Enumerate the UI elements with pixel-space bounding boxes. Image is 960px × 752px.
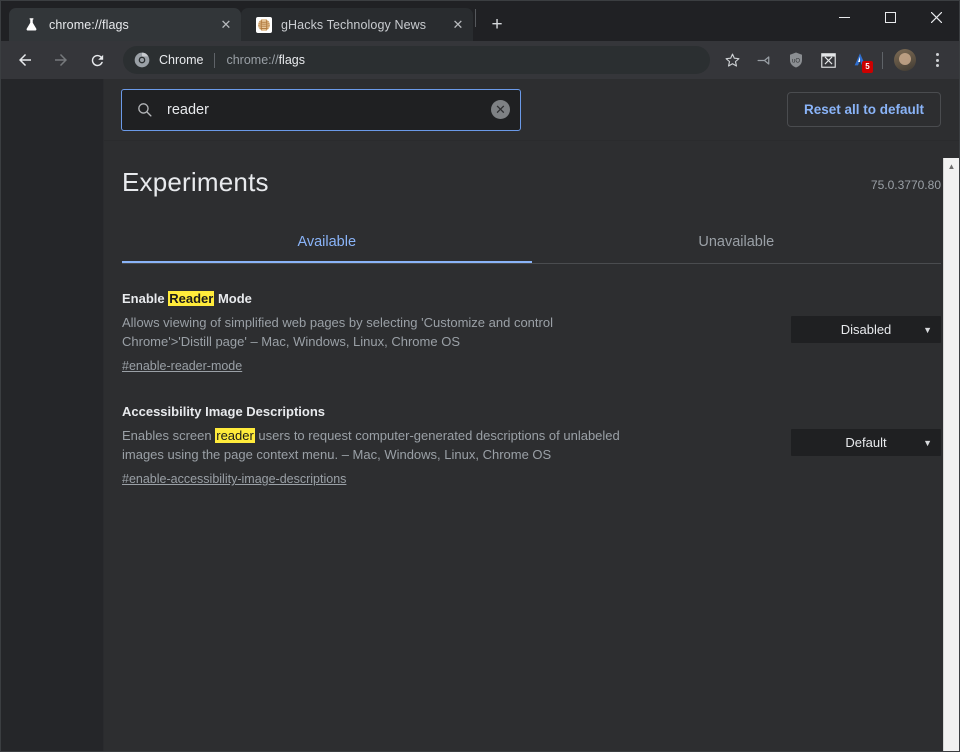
omnibox-divider — [214, 52, 216, 68]
flags-page: ✕ Reset all to default Experiments 75.0.… — [104, 79, 959, 751]
experiment-title: Accessibility Image Descriptions — [122, 403, 765, 421]
experiment-anchor-link[interactable]: #enable-accessibility-image-descriptions — [122, 472, 346, 486]
profile-avatar-image — [894, 49, 916, 71]
experiment-select-wrapper: Default ▼ — [791, 429, 941, 457]
reset-all-to-default-button[interactable]: Reset all to default — [786, 91, 941, 128]
flags-search-header: ✕ Reset all to default — [104, 79, 959, 141]
experiment-description: Allows viewing of simplified web pages b… — [122, 314, 553, 350]
browser-tab-flags[interactable]: chrome://flags ✕ — [9, 8, 241, 41]
scrollbar-thumb[interactable] — [945, 175, 958, 575]
search-highlight: reader — [215, 427, 255, 443]
experiment-title: Enable Reader Mode — [122, 290, 765, 308]
extension-xbox-icon[interactable] — [814, 46, 842, 74]
browser-window: chrome://flags ✕ gHacks Technology News … — [0, 0, 960, 752]
experiments-list: Enable Reader Mode Allows viewing of sim… — [122, 290, 941, 488]
title-prefix: Accessibility Image Descriptions — [122, 404, 326, 420]
ublock-origin-icon[interactable]: uO — [782, 46, 810, 74]
window-controls — [821, 1, 959, 33]
desc-prefix: Enables screen — [122, 427, 216, 443]
reload-button[interactable] — [82, 45, 112, 75]
maximize-button[interactable] — [867, 1, 913, 33]
title-row: Experiments 75.0.3770.80 — [122, 141, 941, 198]
chevron-down-icon: ▼ — [923, 437, 932, 448]
experiment-text: Enable Reader Mode Allows viewing of sim… — [122, 290, 791, 375]
omnibox-url: chrome://flags — [226, 53, 305, 67]
page-left-gutter — [1, 79, 104, 751]
chrome-menu-icon[interactable] — [923, 46, 951, 74]
scroll-up-arrow-icon[interactable]: ▲ — [944, 158, 959, 174]
title-prefix: Enable — [122, 291, 169, 306]
svg-text:uO: uO — [792, 58, 800, 64]
browser-toolbar: Chrome chrome://flags uO 5 — [1, 41, 959, 79]
search-icon — [136, 101, 153, 118]
bookmark-star-icon[interactable] — [718, 46, 746, 74]
version-label: 75.0.3770.80 — [870, 178, 941, 192]
clear-search-icon[interactable]: ✕ — [491, 100, 510, 119]
chrome-logo-icon — [134, 52, 150, 68]
title-suffix: Mode — [214, 291, 252, 306]
select-value: Disabled — [840, 322, 892, 337]
experiment-state-select[interactable]: Disabled ▼ — [791, 316, 941, 343]
tab-available[interactable]: Available — [122, 224, 532, 263]
new-tab-button[interactable]: + — [482, 9, 512, 39]
chevron-down-icon: ▼ — [923, 324, 932, 335]
toolbar-icons: uO 5 — [716, 46, 953, 74]
security-chip-label: Chrome — [159, 53, 204, 67]
experiment-row: Accessibility Image Descriptions Enables… — [122, 403, 941, 488]
close-button[interactable] — [913, 1, 959, 33]
search-input-wrapper[interactable]: ✕ — [121, 88, 521, 131]
toolbar-divider — [882, 51, 883, 69]
tab-unavailable[interactable]: Unavailable — [532, 224, 942, 263]
experiment-select-wrapper: Disabled ▼ — [791, 316, 941, 343]
three-dots-icon — [935, 53, 939, 67]
flags-content: Experiments 75.0.3770.80 Available Unava… — [104, 141, 959, 488]
page-viewport: ✕ Reset all to default Experiments 75.0.… — [1, 79, 959, 751]
experiment-state-select[interactable]: Default ▼ — [791, 429, 941, 457]
experiment-row: Enable Reader Mode Allows viewing of sim… — [122, 290, 941, 375]
page-scrollbar[interactable]: ▲ ▼ — [943, 158, 959, 751]
extension-blue-drop-icon[interactable]: 5 — [846, 46, 874, 74]
tab-title: chrome://flags — [49, 17, 129, 32]
experiment-text: Accessibility Image Descriptions Enables… — [122, 403, 791, 488]
back-button[interactable] — [10, 45, 40, 75]
tab-close-icon[interactable]: ✕ — [447, 14, 469, 36]
flask-icon — [23, 16, 40, 33]
tab-title: gHacks Technology News — [281, 17, 427, 32]
ghacks-favicon — [255, 16, 272, 33]
experiment-anchor-link[interactable]: #enable-reader-mode — [122, 359, 242, 373]
select-value: Default — [845, 435, 887, 451]
avatar[interactable] — [891, 46, 919, 74]
extension-badge-count: 5 — [862, 61, 873, 73]
tab-close-icon[interactable]: ✕ — [215, 14, 237, 36]
url-strong: flags — [278, 53, 305, 67]
url-prefix: chrome:// — [226, 53, 279, 67]
address-bar[interactable]: Chrome chrome://flags — [123, 46, 710, 74]
page-title: Experiments — [122, 167, 269, 197]
tab-strip: chrome://flags ✕ gHacks Technology News … — [1, 1, 959, 41]
extension-fork-icon[interactable] — [750, 46, 778, 74]
search-highlight: Reader — [168, 291, 215, 306]
tab-divider — [475, 9, 476, 27]
minimize-button[interactable] — [821, 1, 867, 33]
browser-tab-ghacks[interactable]: gHacks Technology News ✕ — [241, 8, 473, 41]
forward-button[interactable] — [46, 45, 76, 75]
flags-tabs: Available Unavailable — [122, 224, 941, 264]
experiment-description: Enables screen reader users to request c… — [122, 426, 622, 466]
search-input[interactable] — [167, 101, 491, 118]
